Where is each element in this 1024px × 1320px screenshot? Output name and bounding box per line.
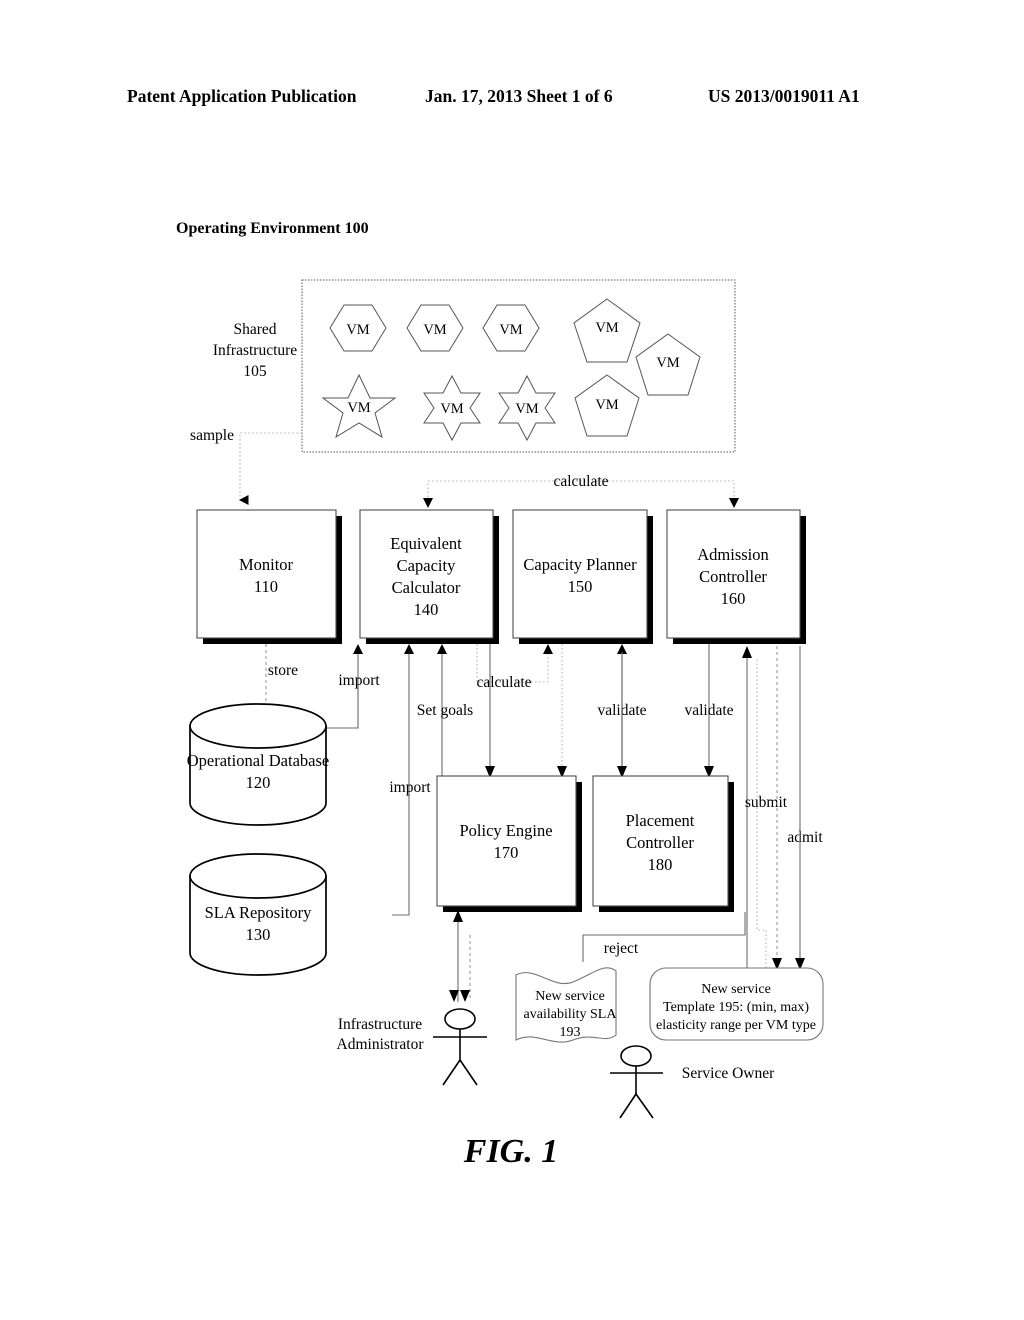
vm-star6-2-label: VM [515, 401, 538, 417]
policy-label: Policy Engine [459, 821, 552, 840]
vm-hexagon-2-label: VM [423, 322, 446, 338]
vm-pentagon-3-label: VM [595, 397, 618, 413]
edge-submit-label: submit [745, 794, 788, 811]
monitor-label: Monitor [239, 555, 294, 574]
edge-sample-label: sample [190, 427, 234, 444]
vm-pentagon-2-label: VM [656, 355, 679, 371]
edge-calculate-top-label: calculate [553, 473, 608, 490]
operational-database-label: Operational Database [187, 751, 329, 770]
edge-admit-label: admit [787, 829, 823, 846]
ecc-label-line1: Equivalent [390, 534, 462, 553]
diagram-title: Operating Environment 100 [176, 220, 369, 237]
edge-set-goals-arrow [437, 644, 447, 654]
placement-label-line1: Placement [626, 811, 695, 830]
admission-label-line2: Controller [699, 567, 767, 586]
edge-submit-line [756, 658, 767, 1000]
planner-box[interactable] [512, 509, 648, 639]
patent-page: Patent Application Publication Jan. 17, … [0, 0, 1024, 1320]
edge-calculate-top-arrow-right [729, 498, 739, 508]
admission-ref: 160 [721, 589, 746, 608]
edge-submit-arrow [742, 646, 752, 658]
placement-ref: 180 [648, 855, 673, 874]
edge-import-1-label: import [338, 672, 380, 689]
infrastructure-administrator-actor[interactable] [433, 1008, 487, 1086]
vm-star5-1-label: VM [347, 400, 370, 416]
policy-box[interactable] [436, 775, 577, 907]
shared-infrastructure-label-line1: Shared [233, 321, 276, 338]
placement-label-line2: Controller [626, 833, 694, 852]
vm-star6-1-label: VM [440, 401, 463, 417]
sla-document-line2: availability SLA [524, 1007, 618, 1022]
edge-validate-2-label: validate [684, 702, 733, 719]
infrastructure-administrator-label-line2: Administrator [337, 1036, 425, 1053]
sla-repository-label: SLA Repository [205, 903, 313, 922]
edge-calculate-top-arrow-left [423, 498, 433, 508]
edge-policy-to-admin-arrow [460, 990, 470, 1002]
sla-repository-ref: 130 [246, 925, 271, 944]
template-document-line2: Template 195: (min, max) [663, 1000, 809, 1015]
ecc-label-line2: Capacity [397, 556, 456, 575]
service-owner-label: Service Owner [682, 1065, 775, 1082]
monitor-ref: 110 [254, 577, 278, 596]
ecc-label-line3: Calculator [392, 578, 461, 597]
planner-ref: 150 [568, 577, 593, 596]
edge-calculate-bottom-label: calculate [476, 674, 531, 691]
admission-label-line1: Admission [697, 545, 769, 564]
vm-pentagon-1-label: VM [595, 320, 618, 336]
shared-infrastructure-label-line2: Infrastructure [213, 342, 297, 359]
policy-ref: 170 [494, 843, 519, 862]
shared-infrastructure-label-line3: 105 [243, 363, 267, 380]
template-document-line3: elasticity range per VM type [656, 1018, 816, 1033]
edge-import-1-arrow [353, 644, 363, 654]
monitor-box[interactable] [196, 509, 337, 639]
sla-document-line3: 193 [560, 1025, 581, 1040]
operational-database-ref: 120 [246, 773, 271, 792]
infrastructure-administrator-label-line1: Infrastructure [338, 1016, 422, 1033]
sla-document-line1: New service [535, 989, 605, 1004]
edge-import-2-label: import [389, 779, 431, 796]
edge-import-2-arrow [404, 644, 414, 654]
edge-sample-line [239, 432, 302, 505]
edge-calculate-bottom-arrow [543, 644, 553, 654]
service-owner-actor[interactable] [610, 1045, 663, 1119]
ecc-ref: 140 [414, 600, 439, 619]
vm-hexagon-1-label: VM [346, 322, 369, 338]
edge-reject-label: reject [604, 940, 639, 957]
template-document-line1: New service [701, 982, 771, 997]
edge-store-label: store [268, 662, 298, 679]
edge-set-goals-label: Set goals [417, 702, 473, 719]
figure-caption: FIG. 1 [463, 1133, 558, 1170]
figure-1-diagram: Operating Environment 100 Shared Infrast… [176, 220, 824, 1170]
vm-hexagon-3-label: VM [499, 322, 522, 338]
planner-label: Capacity Planner [523, 555, 637, 574]
